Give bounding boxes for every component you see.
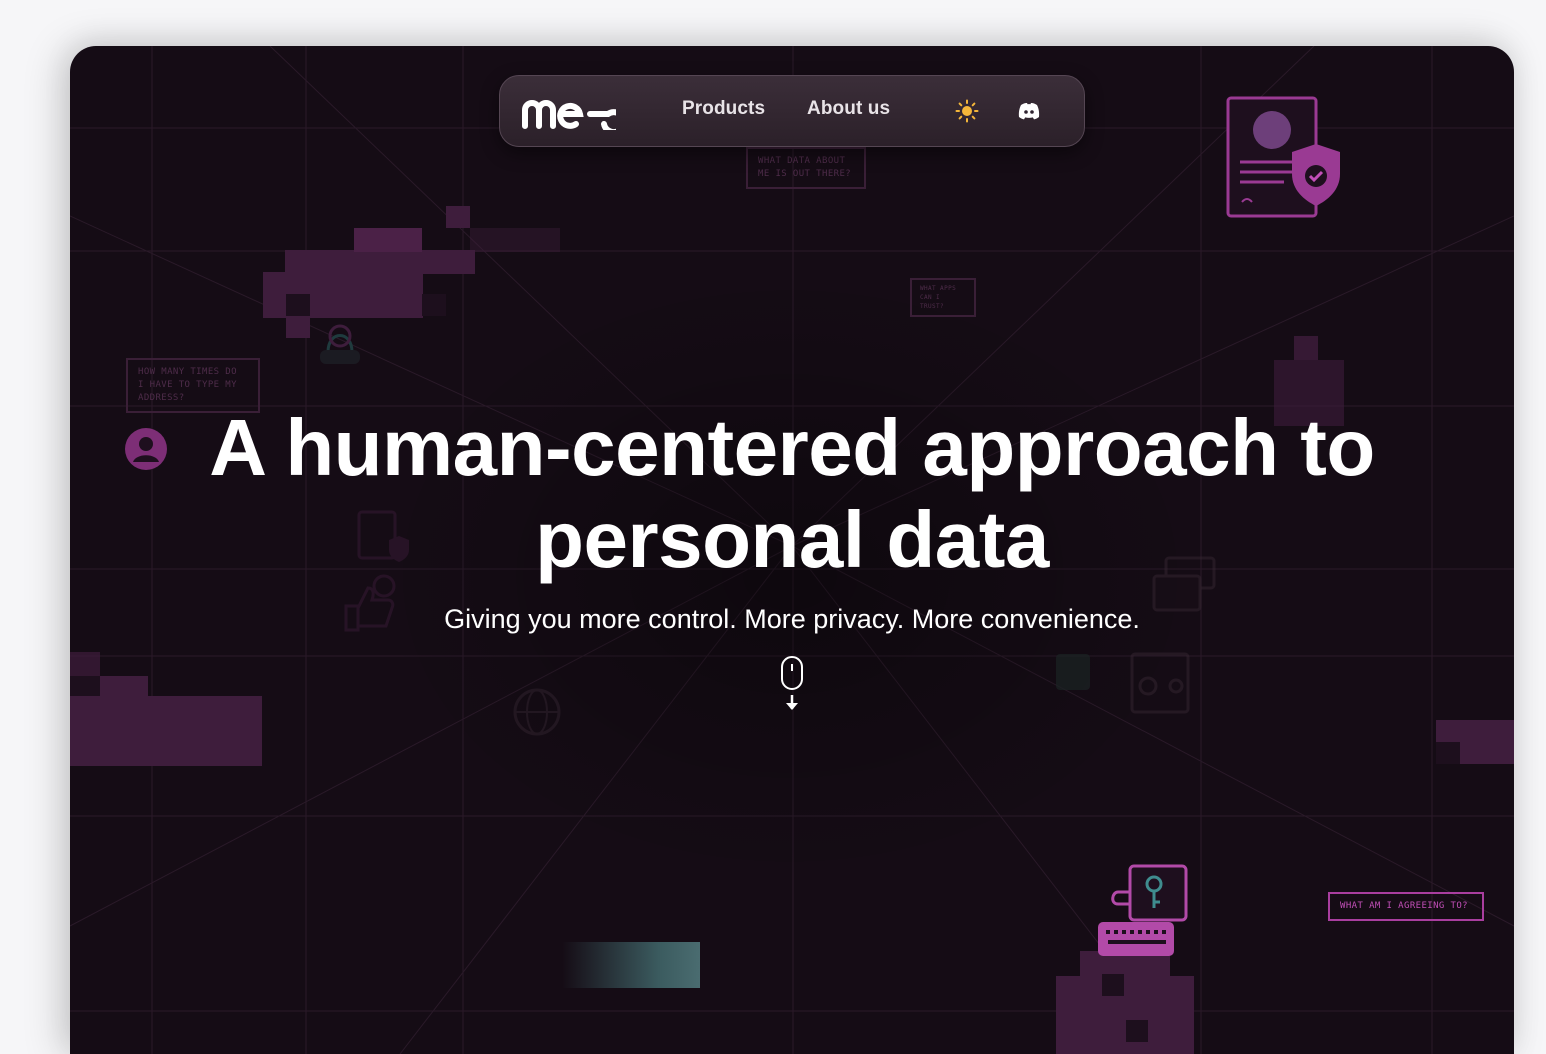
settings-panel-icon <box>1130 652 1190 714</box>
mee-logo[interactable] <box>520 92 616 130</box>
browser-window: WHAT DATA ABOUT ME IS OUT THERE? WHAT AP… <box>70 46 1514 1054</box>
mouse-scroll-down-icon[interactable] <box>779 655 805 715</box>
discord-icon[interactable] <box>1017 99 1041 123</box>
nav-products-link[interactable]: Products <box>682 98 765 120</box>
hero-title-line-1: A human-centered approach to <box>209 403 1375 492</box>
bubble-what-data: WHAT DATA ABOUT ME IS OUT THERE? <box>746 147 866 189</box>
faint-lock-icon <box>1056 654 1090 690</box>
teal-pixel-bar <box>562 942 700 988</box>
sun-icon[interactable] <box>955 99 979 123</box>
typewriter-key-icon <box>1098 864 1188 956</box>
hero-title: A human-centered approach to personal da… <box>70 402 1514 586</box>
bubble-agreeing: WHAT AM I AGREEING TO? <box>1328 892 1484 921</box>
hero-subtitle: Giving you more control. More privacy. M… <box>444 604 1140 634</box>
hero-title-line-2: personal data <box>535 495 1049 584</box>
nav-about-link[interactable]: About us <box>807 98 890 120</box>
document-shield-icon <box>1226 96 1340 218</box>
fingerprint-icon <box>320 324 360 364</box>
globe-icon <box>513 688 561 736</box>
bubble-what-apps: WHAT APPS CAN I TRUST? <box>910 278 976 317</box>
top-navigation: Products About us <box>499 75 1085 147</box>
